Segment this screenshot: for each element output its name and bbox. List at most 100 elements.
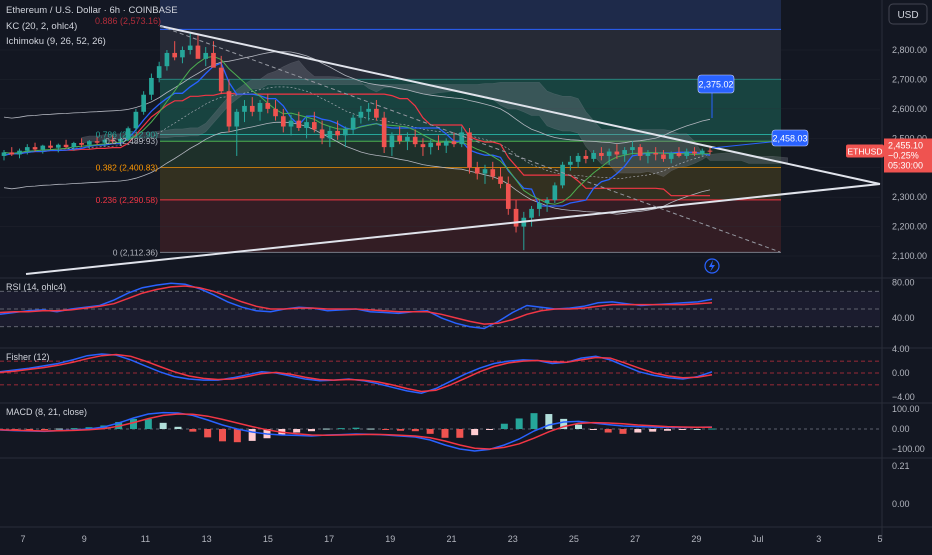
time-tick: 19 <box>385 534 395 544</box>
panel-tick: 40.00 <box>892 313 915 323</box>
macd-histogram-bar <box>604 429 612 433</box>
price-tag-value: 2,455.10 <box>888 140 923 150</box>
candle-body <box>428 142 434 148</box>
macd-histogram-bar <box>441 429 449 438</box>
tradingview-chart[interactable]: 0.786 (2,512.90) 0.5 (2,489.93) 0.382 (2,4… <box>0 0 932 550</box>
candle-body <box>350 117 356 130</box>
fib-top-label: 0.886 (2,573.16) <box>95 16 161 26</box>
candle-body <box>55 144 61 148</box>
candle-body <box>273 108 278 117</box>
macd-histogram-bar <box>322 428 330 430</box>
fib-label: 0.5 (2,489.93) <box>105 136 158 146</box>
candle-body <box>164 52 170 67</box>
candle-body <box>24 147 30 151</box>
candle-body <box>17 150 22 155</box>
macd-histogram-bar <box>367 428 375 430</box>
time-tick: 25 <box>569 534 579 544</box>
candle-body <box>412 136 418 145</box>
candle-body <box>226 91 232 127</box>
candle-body <box>288 120 294 127</box>
candle-body <box>343 129 348 136</box>
macd-histogram-bar <box>649 429 657 432</box>
candle-body <box>451 141 457 145</box>
chart-canvas[interactable]: 0.786 (2,512.90)0.5 (2,489.93)0.382 (2,4… <box>0 0 932 550</box>
candle-body <box>614 151 620 155</box>
kc-legend: KC (20, 2, ohlc4) <box>6 21 77 32</box>
price-tag-timer: 05:30:00 <box>888 160 923 170</box>
macd-histogram-bar <box>619 429 627 434</box>
macd-histogram-bar <box>41 429 48 430</box>
candle-body <box>358 111 364 118</box>
candle-body <box>661 154 666 159</box>
macd-histogram-bar <box>486 429 493 430</box>
macd-histogram-bar <box>678 429 686 430</box>
candle-body <box>203 52 209 59</box>
macd-histogram-bar <box>693 429 701 430</box>
candle-body <box>405 136 410 142</box>
candle-body <box>9 152 15 155</box>
candle-body <box>699 150 705 154</box>
macd-histogram-bar <box>293 429 301 433</box>
candle-body <box>490 169 496 177</box>
candle-body <box>366 108 371 112</box>
callout-label: 2,458.03 <box>772 134 807 144</box>
ichimoku-legend: Ichimoku (9, 26, 52, 26) <box>6 36 106 47</box>
candle-body <box>544 200 550 204</box>
macd-histogram-bar <box>233 429 241 443</box>
panel-title: MACD (8, 21, close) <box>6 407 87 417</box>
candle-body <box>187 45 193 50</box>
macd-histogram-bar <box>708 428 716 430</box>
time-tick: 7 <box>20 534 25 544</box>
candle-body <box>265 102 271 109</box>
candle-body <box>1 152 7 156</box>
candle-body <box>48 145 53 148</box>
panel-tick: 0.00 <box>892 424 910 434</box>
bottom-tick: 0.21 <box>892 461 910 471</box>
candle-body <box>374 108 379 118</box>
macd-histogram-bar <box>575 424 582 429</box>
price-tick: 2,700.00 <box>892 74 927 84</box>
candle-body <box>583 155 589 159</box>
macd-histogram-bar <box>308 429 315 432</box>
price-tick: 2,100.00 <box>892 251 927 261</box>
candle-body <box>692 151 697 154</box>
macd-histogram-bar <box>352 427 360 429</box>
bottom-tick: 0.00 <box>892 499 910 509</box>
candle-body <box>87 141 92 145</box>
candle-body <box>149 77 154 95</box>
panel-tick: −100.00 <box>892 444 925 454</box>
panel-tick: 4.00 <box>892 344 910 354</box>
candle-body <box>218 67 224 92</box>
macd-histogram-bar <box>456 429 464 438</box>
candle-body <box>40 145 46 150</box>
fib-zone-3 <box>160 167 781 200</box>
panel-title: RSI (14, ohlc4) <box>6 282 66 292</box>
candle-body <box>599 153 604 156</box>
time-tick: 29 <box>691 534 701 544</box>
macd-histogram-bar <box>144 418 152 429</box>
candle-body <box>568 161 573 165</box>
price-tick: 2,800.00 <box>892 45 927 55</box>
candle-body <box>606 151 612 156</box>
candle-body <box>71 142 77 148</box>
candle-body <box>296 120 302 128</box>
fib-label: 0.236 (2,290.58) <box>96 195 159 205</box>
candle-body <box>436 142 441 146</box>
candle-body <box>443 141 449 146</box>
macd-histogram-bar <box>55 428 63 430</box>
candle-body <box>684 151 690 156</box>
time-tick: 3 <box>816 534 821 544</box>
candle-body <box>676 153 682 156</box>
fib-label: 0 (2,112.36) <box>113 247 158 257</box>
time-tick: Jul <box>752 534 764 544</box>
symbol-title: Ethereum / U.S. Dollar · 6h · COINBASE <box>6 5 178 16</box>
candle-body <box>420 144 426 148</box>
callout-label: 2,375.02 <box>698 80 733 90</box>
candle-body <box>560 164 565 186</box>
candle-body <box>637 147 643 156</box>
macd-histogram-bar <box>471 429 479 436</box>
candle-body <box>211 52 216 68</box>
candle-body <box>79 142 84 145</box>
macd-histogram-bar <box>382 429 390 430</box>
symbol-tag-label: ETHUSD <box>848 146 883 156</box>
